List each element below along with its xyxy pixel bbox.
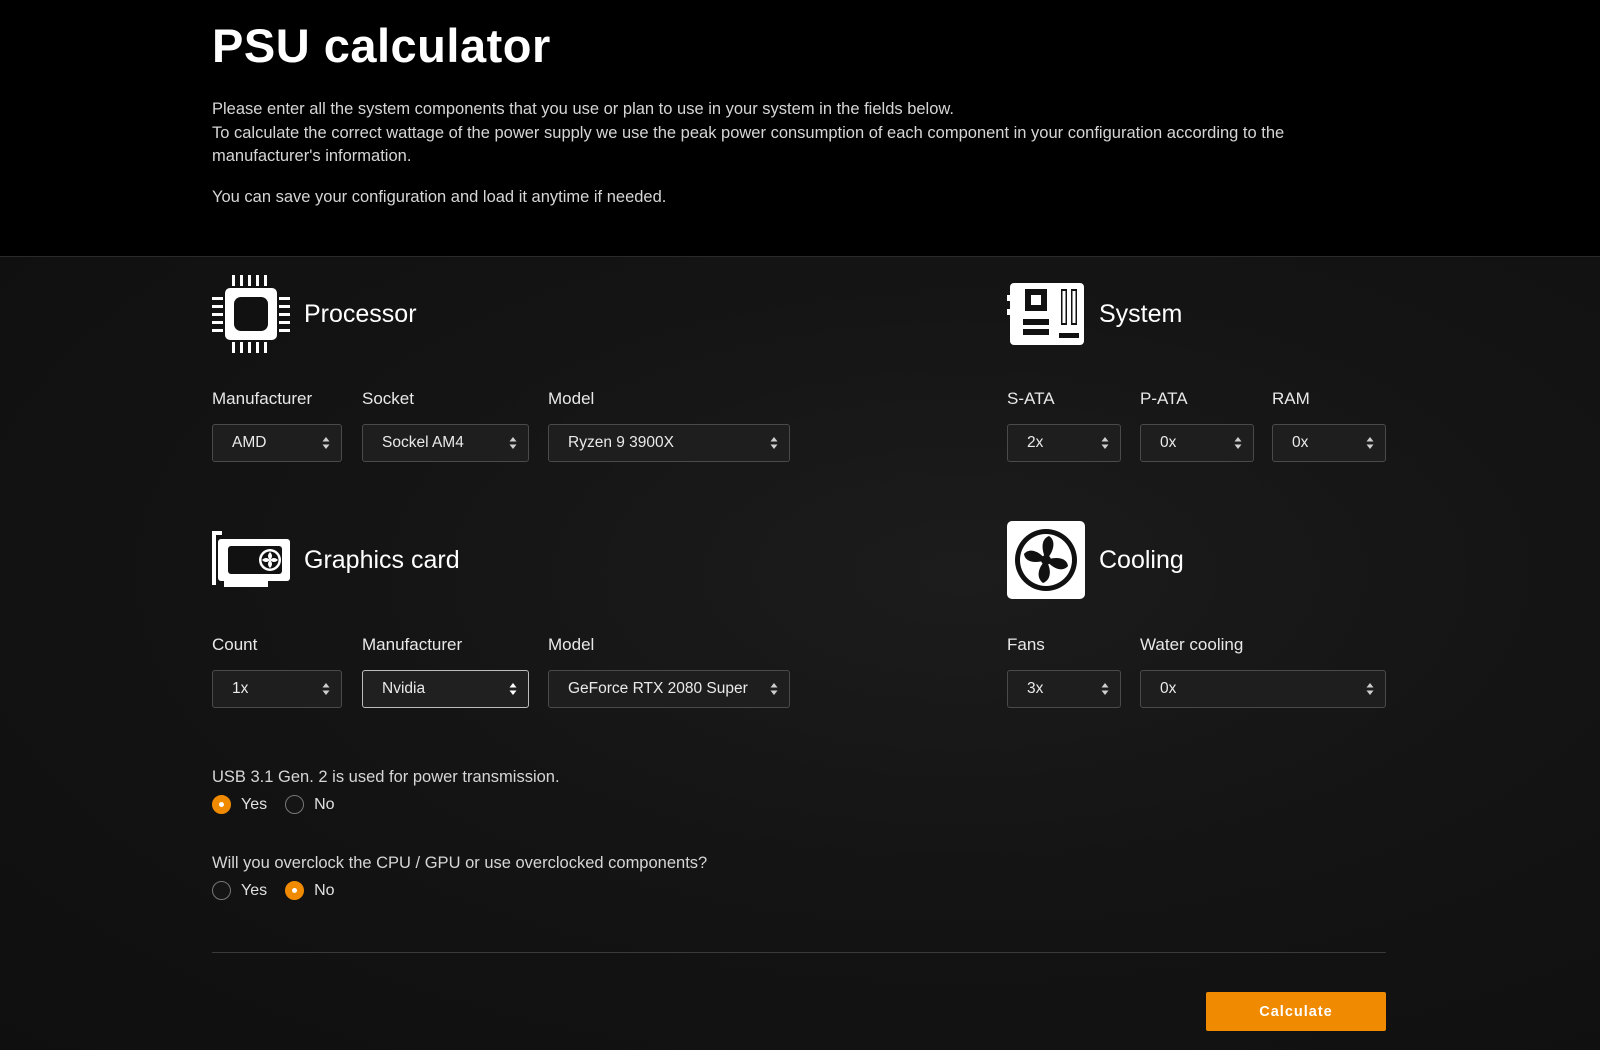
system-title: System	[1099, 299, 1183, 328]
processor-manufacturer-label: Manufacturer	[212, 389, 313, 408]
select-arrows-icon	[770, 437, 778, 449]
radio-circle[interactable]	[212, 795, 231, 814]
system-sata-select[interactable]: 2x	[1007, 424, 1121, 462]
graphics-model-field: Model GeForce RTX 2080 Super	[548, 635, 790, 708]
overclock-no-label: No	[314, 881, 335, 899]
usb-yes-radio[interactable]: Yes	[212, 795, 267, 814]
select-arrows-icon	[1101, 683, 1109, 695]
usb-no-radio[interactable]: No	[285, 795, 335, 814]
intro-line-3: You can save your configuration and load…	[212, 187, 667, 206]
processor-manufacturer-value: AMD	[232, 434, 267, 451]
system-pata-select[interactable]: 0x	[1140, 424, 1254, 462]
processor-socket-label: Socket	[362, 389, 414, 408]
system-section-header: System	[1007, 275, 1182, 353]
system-sata-label: S-ATA	[1007, 389, 1055, 408]
select-arrows-icon	[1366, 437, 1374, 449]
usb-radio-group: Yes No	[212, 795, 353, 814]
intro-line-2: To calculate the correct wattage of the …	[212, 123, 1285, 166]
system-sata-field: S-ATA 2x	[1007, 389, 1121, 462]
system-pata-label: P-ATA	[1140, 389, 1188, 408]
graphics-count-select[interactable]: 1x	[212, 670, 342, 708]
radio-circle[interactable]	[285, 795, 305, 814]
overclock-no-radio[interactable]: No	[285, 881, 335, 900]
processor-socket-field: Socket Sockel AM4	[362, 389, 529, 462]
processor-model-value: Ryzen 9 3900X	[568, 434, 674, 451]
system-sata-value: 2x	[1027, 434, 1044, 451]
system-ram-field: RAM 0x	[1272, 389, 1386, 462]
select-arrows-icon	[509, 437, 517, 449]
radio-circle[interactable]	[285, 881, 305, 900]
graphics-model-label: Model	[548, 635, 595, 654]
processor-section-header: Processor	[212, 275, 417, 353]
select-arrows-icon	[1366, 683, 1374, 695]
processor-manufacturer-select[interactable]: AMD	[212, 424, 342, 462]
cooling-water-select[interactable]: 0x	[1140, 670, 1386, 708]
processor-manufacturer-field: Manufacturer AMD	[212, 389, 342, 462]
usb-no-label: No	[314, 795, 335, 813]
system-ram-value: 0x	[1292, 434, 1309, 451]
cooling-fans-label: Fans	[1007, 635, 1045, 654]
usb-question: USB 3.1 Gen. 2 is used for power transmi…	[212, 768, 560, 786]
overclock-radio-group: Yes No	[212, 881, 353, 900]
calculate-button[interactable]: Calculate	[1206, 992, 1386, 1031]
select-arrows-icon	[322, 683, 330, 695]
select-arrows-icon	[322, 437, 330, 449]
page-header: PSU calculator Please enter all the syst…	[0, 0, 1600, 257]
processor-model-field: Model Ryzen 9 3900X	[548, 389, 790, 462]
intro-line-1: Please enter all the system components t…	[212, 100, 954, 118]
cooling-fans-field: Fans 3x	[1007, 635, 1121, 708]
cooling-water-value: 0x	[1160, 680, 1177, 697]
graphics-model-value: GeForce RTX 2080 Super	[568, 680, 748, 697]
cpu-icon	[212, 275, 290, 353]
graphics-manufacturer-select[interactable]: Nvidia	[362, 670, 529, 708]
intro-text: Please enter all the system components t…	[212, 98, 1342, 209]
processor-title: Processor	[304, 299, 417, 328]
cooling-water-field: Water cooling 0x	[1140, 635, 1386, 708]
graphics-manufacturer-field: Manufacturer Nvidia	[362, 635, 529, 708]
graphics-section-header: Graphics card	[212, 521, 460, 599]
fan-icon	[1007, 521, 1085, 599]
overclock-yes-radio[interactable]: Yes	[212, 881, 267, 900]
cooling-section-header: Cooling	[1007, 521, 1184, 599]
page-title: PSU calculator	[212, 19, 551, 72]
system-pata-field: P-ATA 0x	[1140, 389, 1254, 462]
processor-socket-select[interactable]: Sockel AM4	[362, 424, 529, 462]
graphics-count-label: Count	[212, 635, 258, 654]
divider	[212, 952, 1386, 953]
graphics-count-field: Count 1x	[212, 635, 342, 708]
system-ram-label: RAM	[1272, 389, 1310, 408]
graphics-manufacturer-label: Manufacturer	[362, 635, 463, 654]
system-ram-select[interactable]: 0x	[1272, 424, 1386, 462]
cooling-fans-select[interactable]: 3x	[1007, 670, 1121, 708]
select-arrows-icon	[1234, 437, 1242, 449]
motherboard-icon	[1007, 275, 1085, 353]
graphics-manufacturer-value: Nvidia	[382, 680, 426, 697]
overclock-yes-label: Yes	[241, 881, 268, 899]
system-pata-value: 0x	[1160, 434, 1177, 451]
graphics-card-icon	[212, 521, 290, 599]
graphics-title: Graphics card	[304, 545, 460, 574]
overclock-question: Will you overclock the CPU / GPU or use …	[212, 854, 708, 872]
graphics-count-value: 1x	[232, 680, 249, 697]
select-arrows-icon	[770, 683, 778, 695]
processor-socket-value: Sockel AM4	[382, 434, 464, 451]
graphics-model-select[interactable]: GeForce RTX 2080 Super	[548, 670, 790, 708]
select-arrows-icon	[1101, 437, 1109, 449]
cooling-water-label: Water cooling	[1140, 635, 1244, 654]
processor-model-select[interactable]: Ryzen 9 3900X	[548, 424, 790, 462]
cooling-title: Cooling	[1099, 545, 1184, 574]
processor-model-label: Model	[548, 389, 595, 408]
usb-yes-label: Yes	[241, 795, 268, 813]
cooling-fans-value: 3x	[1027, 680, 1044, 697]
radio-circle[interactable]	[212, 881, 231, 900]
select-arrows-icon	[509, 683, 517, 695]
